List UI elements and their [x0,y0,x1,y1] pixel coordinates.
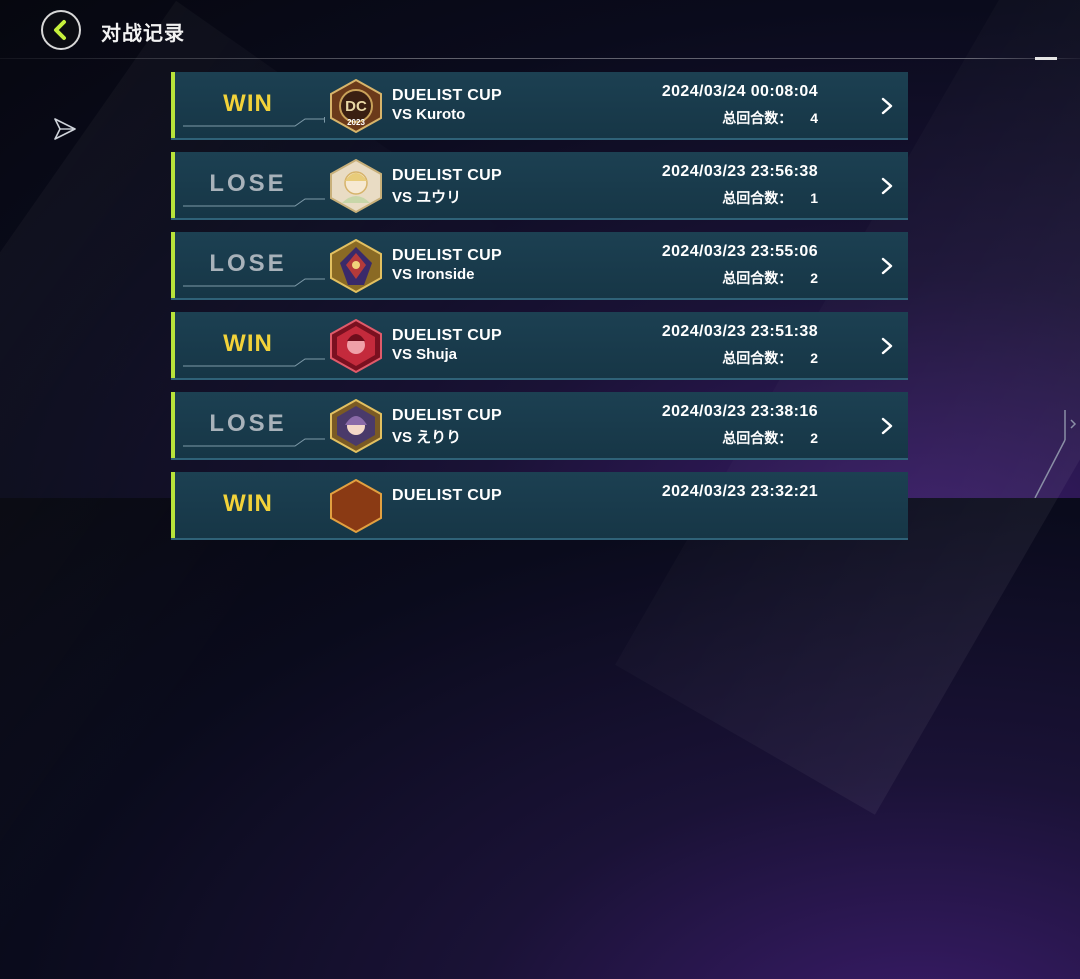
result-label: LOSE [209,410,287,437]
record-row[interactable]: LOSE DUELIST CUP VS えりり 2024/03/23 23:38… [171,392,908,460]
page-title: 对战记录 [101,23,185,45]
chevron-right-icon [881,337,893,355]
chevron-right-icon [881,417,893,435]
match-datetime: 2024/03/23 23:51:38 [661,323,818,340]
result-divider [183,278,325,287]
rounds-label: 总回合数： [722,270,793,286]
result-label: WIN [223,330,273,357]
character-avatar-icon [330,479,382,533]
record-row[interactable]: LOSE DUELIST CUP VS ユウリ 2024/03/23 23:56… [171,152,908,220]
result-divider [183,198,325,207]
dc-2023-medal-icon: DC 2023 [330,79,382,133]
chevron-right-icon [881,97,893,115]
match-datetime: 2024/03/23 23:38:16 [661,403,818,420]
opponent-name: VS Shuja [392,346,458,363]
opponent-name: VS Ironside [392,266,475,283]
result-divider [183,117,325,127]
rounds-value: 1 [810,190,818,206]
result-label: WIN [223,90,273,117]
dragon-avatar-icon [330,239,382,293]
record-row[interactable]: LOSE DUELIST CUP VS Ironside 2024/03/23 … [171,232,908,300]
chevron-right-icon [881,257,893,275]
rounds-info: 总回合数： 2 [722,268,818,288]
rounds-value: 2 [810,270,818,286]
chevron-right-icon [881,177,893,195]
svg-text:DC: DC [345,98,367,115]
rounds-label: 总回合数： [722,350,793,366]
corner-decoration [1034,410,1077,498]
rounds-info: 总回合数： 1 [722,188,818,208]
result-divider [183,358,325,367]
red-gem-avatar-icon [330,319,382,373]
header-divider [0,58,1080,59]
match-datetime: 2024/03/24 00:08:04 [661,83,818,100]
match-datetime: 2024/03/23 23:56:38 [661,163,818,180]
rounds-value: 4 [810,110,818,126]
opponent-name: VS ユウリ [392,189,462,206]
match-datetime: 2024/03/23 23:55:06 [661,243,818,260]
share-icon[interactable] [52,116,78,142]
character-avatar-icon [330,399,382,453]
rounds-value: 2 [810,350,818,366]
event-name: DUELIST CUP [392,167,502,184]
result-label: LOSE [209,250,287,277]
header-mark [1035,57,1057,60]
event-name: DUELIST CUP [392,407,502,424]
opponent-name: VS Kuroto [392,106,466,123]
rounds-label: 总回合数： [722,190,793,206]
record-row[interactable]: WIN DC 2023 DUELIST CUP VS Kuroto 2024/0… [171,72,908,140]
duel-record-list: WIN DC 2023 DUELIST CUP VS Kuroto 2024/0… [171,72,908,552]
back-button[interactable] [41,10,81,50]
event-name: DUELIST CUP [392,87,502,104]
svg-text:2023: 2023 [347,118,365,127]
header-bar: 对战记录 [0,0,1080,60]
rounds-info: 总回合数： 2 [722,348,818,368]
character-avatar-icon [330,159,382,213]
rounds-label: 总回合数： [722,110,793,126]
result-divider [183,438,325,447]
result-label: LOSE [209,170,287,197]
event-name: DUELIST CUP [392,327,502,344]
event-name: DUELIST CUP [392,247,502,264]
match-datetime: 2024/03/23 23:32:21 [661,483,818,500]
rounds-info: 总回合数： 2 [722,428,818,448]
result-label: WIN [223,490,273,517]
chevron-left-icon [54,20,66,40]
rounds-value: 2 [810,430,818,446]
rounds-info: 总回合数： 4 [722,108,818,128]
record-row[interactable]: WIN DUELIST CUP VS Shuja 2024/03/23 23:5… [171,312,908,380]
rounds-label: 总回合数： [722,430,793,446]
record-row[interactable]: WIN DUELIST CUP 2024/03/23 23:32:21 [171,472,908,540]
opponent-name: VS えりり [392,429,462,446]
event-name: DUELIST CUP [392,487,502,504]
